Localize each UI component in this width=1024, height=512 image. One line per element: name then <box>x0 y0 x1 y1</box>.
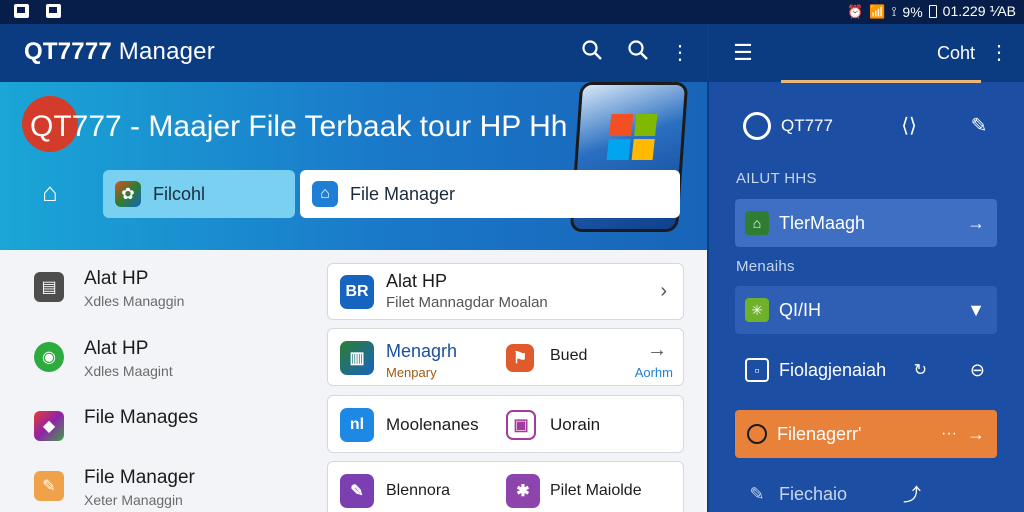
row-filenagerr[interactable]: Filenagerr' ··· → <box>735 410 997 458</box>
card-title: Alat HP <box>386 271 448 291</box>
list-item-title: File Manages <box>84 407 199 428</box>
sync-icon: ↻ <box>913 362 927 379</box>
home-app-icon: ⌂ <box>745 211 769 235</box>
row-qi-ih[interactable]: ✳ QI/IH ▼ <box>735 286 997 334</box>
clipboard-icon: ▤ <box>34 272 64 302</box>
chevron-right-icon: › <box>660 280 667 302</box>
history-icon[interactable]: ⊖ <box>970 360 985 381</box>
arrow-right-icon: → <box>967 212 985 233</box>
edit-icon: ✎ <box>749 483 765 504</box>
card-right-title: Uorain <box>550 415 601 434</box>
arrow-right-icon: → <box>647 339 667 361</box>
list-item-subtitle: Xdles Maagint <box>84 363 173 379</box>
row-fiechaio[interactable]: ✎ Fiechaio ⤴ <box>735 470 997 512</box>
file-icon: ▫ <box>745 358 769 382</box>
status-right: ⏰ 📶 ⟟ 9% 01.229 ⅟AB <box>847 3 1016 20</box>
chip-label: File Manager <box>350 183 456 204</box>
br-app-icon: BR <box>340 275 374 309</box>
battery-icon <box>928 5 937 18</box>
gallery-icon <box>46 4 61 18</box>
section-header: Menaihs <box>736 258 795 275</box>
search-icon[interactable] <box>578 39 606 67</box>
card-apps-row-3[interactable]: ✎ Blennora ✱ Pilet Maiolde <box>327 461 684 512</box>
app-title: QT7777 Manager <box>24 38 215 65</box>
row-label: Fiolagjenaiah <box>779 359 887 380</box>
edit-icon: ✎ <box>34 471 64 501</box>
list-item-title: File Manager <box>84 467 195 488</box>
card-apps-row-1[interactable]: ▥ Menagrh Menpary ⚑ Bued → Aorhm <box>327 328 684 386</box>
section-header: AILUT HHS <box>736 170 817 187</box>
list-item-subtitle: Xeter Managgin <box>84 492 183 508</box>
side-panel: ☰ Coht ⋮ QT777 ⟨⟩ ✎ AILUT HHS ⌂ TlerMaag… <box>709 24 1024 512</box>
side-panel-title: Coht <box>937 43 976 63</box>
app-bar: QT7777 Manager ⋮ <box>0 24 707 82</box>
card-left-title: Blennora <box>386 482 451 499</box>
card-right-title: Bued <box>550 347 588 364</box>
list-item[interactable]: ▤ Alat HP Xdles Managgin <box>30 268 320 312</box>
row-tlermaagh[interactable]: ⌂ TlerMaagh → <box>735 199 997 247</box>
house-icon: ⌂ <box>312 181 338 207</box>
row-label: Filenagerr' <box>777 423 862 444</box>
share-icon[interactable]: ⤴ <box>903 481 921 507</box>
row-label: TlerMaagh <box>779 212 866 233</box>
card-left-subtitle: Menpary <box>386 365 437 380</box>
side-panel-brand: QT777 <box>781 116 833 135</box>
menagrh-app-icon: ▥ <box>340 341 374 375</box>
nl-app-icon: nl <box>340 408 374 442</box>
row-label: QI/IH <box>779 299 822 320</box>
brand-logo-icon <box>743 112 771 140</box>
cube-icon: ◆ <box>34 411 64 441</box>
card-right-subtitle: Aorhm <box>634 365 673 380</box>
card-subtitle: Filet Mannagdar Moalan <box>386 294 548 311</box>
list-item[interactable]: ✎ File Manager Xeter Managgin <box>30 467 320 511</box>
leaf-app-icon: ✳ <box>745 298 769 322</box>
side-panel-header: ☰ Coht ⋮ <box>709 24 1024 82</box>
home-icon[interactable]: ⌂ <box>36 178 64 206</box>
chip-file-manager[interactable]: ⌂ File Manager <box>300 170 680 218</box>
card-alat-hp[interactable]: BR Alat HP Filet Mannagdar Moalan › <box>327 263 684 320</box>
content-area: ▤ Alat HP Xdles Managgin ◉ Alat HP Xdles… <box>0 250 707 512</box>
wifi-icon: 📶 <box>869 3 886 19</box>
more-vert-icon[interactable]: ⋮ <box>666 39 694 67</box>
uorain-app-icon: ▣ <box>506 410 536 440</box>
search-circle-icon <box>747 424 767 444</box>
card-left-title: Menagrh <box>386 341 458 361</box>
row-label: Fiechaio <box>779 483 848 504</box>
row-fiolagjenaiah[interactable]: ▫ Fiolagjenaiah ↻ ⊖ <box>735 346 997 394</box>
more-vert-icon[interactable]: ⋮ <box>985 39 1013 67</box>
windows-logo-icon <box>606 114 658 160</box>
list-item[interactable]: ◆ File Manages <box>30 407 320 447</box>
bued-app-icon: ⚑ <box>506 344 534 372</box>
image-icon <box>14 4 29 18</box>
chip-app[interactable]: ✿ Filcohl <box>103 170 295 218</box>
row-dots: ··· <box>941 425 957 442</box>
alarm-icon: ⏰ <box>847 3 864 19</box>
menu-icon[interactable]: ☰ <box>729 39 757 67</box>
hero-title: QT777 - Maajer File Terbaak tour HP Hh <box>30 110 568 143</box>
share-icon[interactable]: ⟨⟩ <box>895 112 923 140</box>
signal-icon: ⟟ <box>891 3 897 19</box>
list-item-title: Alat HP <box>84 268 149 289</box>
list-item-title: Alat HP <box>84 338 149 359</box>
accent-underline <box>781 80 981 83</box>
puzzle-app-icon: ✱ <box>506 474 540 508</box>
chip-label: Filcohl <box>153 183 206 204</box>
chevron-down-icon[interactable]: ▼ <box>967 300 985 321</box>
chat-icon: ◉ <box>34 342 64 372</box>
app-icon: ✿ <box>115 181 141 207</box>
status-bar: ⏰ 📶 ⟟ 9% 01.229 ⅟AB <box>0 0 1024 24</box>
list-item[interactable]: ◉ Alat HP Xdles Maagint <box>30 338 320 382</box>
list-item-subtitle: Xdles Managgin <box>84 293 185 309</box>
arrow-right-icon: → <box>967 423 985 444</box>
pencil-app-icon: ✎ <box>340 474 374 508</box>
battery-text: 9% <box>902 3 923 20</box>
card-right-title: Pilet Maiolde <box>550 482 642 499</box>
card-apps-row-2[interactable]: nl Moolenanes ▣ Uorain <box>327 395 684 453</box>
search-icon[interactable] <box>624 39 652 67</box>
clock-text: 01.229 ⅟AB <box>942 3 1016 19</box>
pen-icon[interactable]: ✎ <box>965 112 993 140</box>
card-left-title: Moolenanes <box>386 415 479 434</box>
hero-banner: QT777 - Maajer File Terbaak tour HP Hh ⌂… <box>0 82 707 250</box>
